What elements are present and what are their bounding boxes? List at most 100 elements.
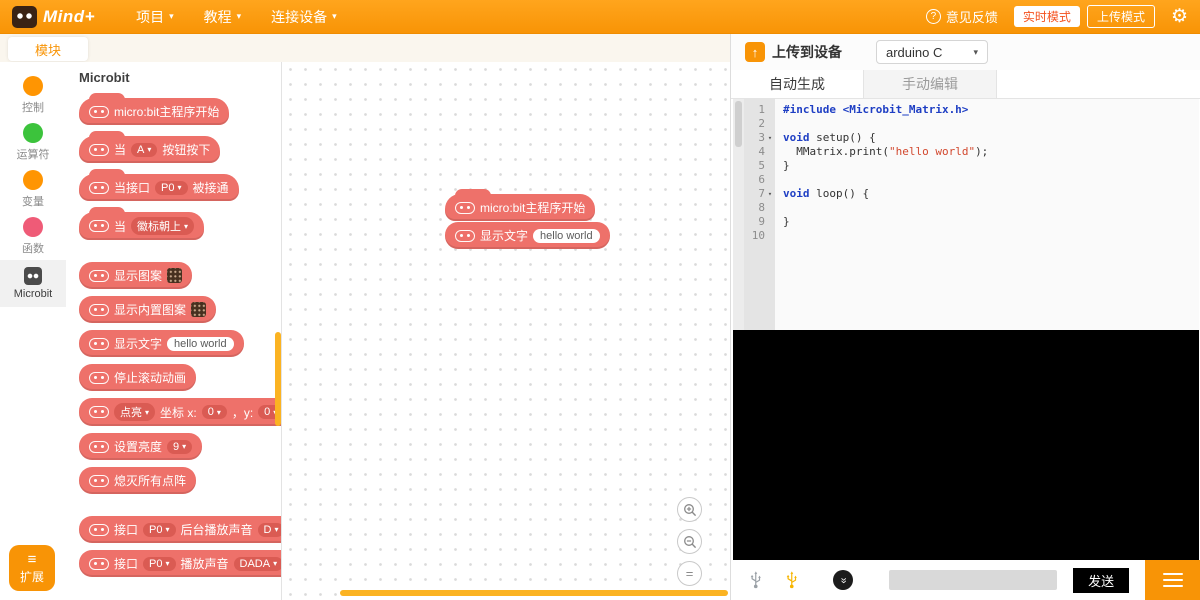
microbit-face-icon <box>89 144 109 156</box>
serial-input[interactable] <box>889 570 1057 590</box>
code-block[interactable]: 显示文字 hello world <box>445 222 610 249</box>
menu-connect-device[interactable]: 连接设备 ▾ <box>271 7 337 27</box>
sidebar-item-变量[interactable]: 变量 <box>0 166 66 213</box>
chevron-down-icon: ▾ <box>973 47 978 58</box>
zoom-out-button[interactable] <box>677 529 702 554</box>
menu-tutorial[interactable]: 教程 ▾ <box>204 7 242 27</box>
chevron-down-icon: ▾ <box>332 11 337 22</box>
code-line: } <box>783 215 1199 229</box>
block-dropdown[interactable]: 9▾ <box>167 440 192 454</box>
code-block[interactable]: 设置亮度9▾ <box>79 433 202 460</box>
block-dropdown[interactable]: A▾ <box>131 143 157 157</box>
code-block[interactable]: 显示文字hello world <box>79 330 244 357</box>
canvas-horizontal-scrollbar[interactable] <box>340 590 728 596</box>
block-text-input[interactable]: hello world <box>533 229 600 243</box>
block-dropdown[interactable]: 0▾ <box>202 405 227 419</box>
block-text-input[interactable]: hello world <box>167 337 234 351</box>
code-block[interactable]: 点亮▾坐标 x:0▾，y:0▾ <box>79 398 282 426</box>
microbit-face-icon <box>89 106 109 118</box>
code-block[interactable]: 当A▾按钮按下 <box>79 136 220 163</box>
code-block[interactable]: 熄灭所有点阵 <box>79 467 196 494</box>
canvas[interactable]: micro:bit主程序开始显示文字 hello world <box>283 62 730 600</box>
code-tabs: 自动生成 手动编辑 <box>731 70 1200 99</box>
upload-mode-button[interactable]: 上传模式 <box>1087 5 1155 28</box>
modules-tab[interactable]: 模块 <box>8 37 88 61</box>
block-label: micro:bit主程序开始 <box>114 103 219 120</box>
menu-connect-device-label: 连接设备 <box>271 7 327 27</box>
block-label: 显示文字 <box>480 227 528 244</box>
line-number: 5 <box>744 159 775 173</box>
block-label: 后台播放声音 <box>181 521 253 538</box>
serial-menu-button[interactable] <box>1145 560 1200 600</box>
code-block[interactable]: 接口 P0▾ 后台播放声音 D▾ <box>79 516 282 543</box>
feedback-button[interactable]: ? 意见反馈 <box>926 7 998 26</box>
block-dropdown[interactable]: DADA▾ <box>234 557 282 571</box>
code-block[interactable]: 当接口P0▾被接通 <box>79 174 239 201</box>
chevron-down-icon: ▾ <box>165 559 169 568</box>
realtime-mode-button[interactable]: 实时模式 <box>1014 6 1080 27</box>
microbit-face-icon <box>455 202 475 214</box>
menu-tutorial-label: 教程 <box>204 7 232 27</box>
code-block[interactable]: 显示图案 <box>79 262 192 289</box>
serial-toolbar: » 发送 <box>731 560 1200 600</box>
chevron-down-icon: ▾ <box>165 525 169 534</box>
block-dropdown[interactable]: 点亮▾ <box>114 403 155 421</box>
block-label: 按钮按下 <box>162 141 210 158</box>
block-label: 接口 <box>114 555 138 572</box>
block-dropdown[interactable]: P0▾ <box>143 523 175 537</box>
device-language-select[interactable]: arduino C ▾ <box>876 40 988 64</box>
code-block[interactable]: 显示内置图案 <box>79 296 216 323</box>
block-label: 接口 <box>114 521 138 538</box>
block-dropdown[interactable]: D▾ <box>258 523 282 537</box>
sidebar-item-函数[interactable]: 函数 <box>0 213 66 260</box>
code-editor[interactable]: 123▾4567▾8910 #include <Microbit_Matrix.… <box>733 99 1199 330</box>
sidebar-item-控制[interactable]: 控制 <box>0 72 66 119</box>
sidebar-item-Microbit[interactable]: Microbit <box>0 260 66 307</box>
block-dropdown[interactable]: P0▾ <box>155 181 187 195</box>
gear-icon[interactable]: ⚙ <box>1171 7 1188 26</box>
mindplus-logo-icon <box>12 6 37 28</box>
block-dropdown[interactable]: P0▾ <box>143 557 175 571</box>
palette-block-list: micro:bit主程序开始当A▾按钮按下当接口P0▾被接通当徽标朝上▾显示图案… <box>66 98 281 577</box>
upload-to-device-button[interactable]: ↑ 上传到设备 <box>745 42 842 62</box>
tab-auto-generate[interactable]: 自动生成 <box>731 70 864 98</box>
send-button[interactable]: 发送 <box>1073 568 1130 593</box>
fold-icon[interactable]: ▾ <box>765 187 775 201</box>
block-label: 显示图案 <box>114 267 162 284</box>
line-number: 3▾ <box>744 131 775 145</box>
tab-manual-edit[interactable]: 手动编辑 <box>864 70 997 98</box>
block-dropdown[interactable]: 徽标朝上▾ <box>131 217 194 235</box>
sidebar-item-运算符[interactable]: 运算符 <box>0 119 66 166</box>
extension-button[interactable]: ≡ 扩展 <box>9 545 55 591</box>
code-scrollbar[interactable] <box>733 99 744 330</box>
led-matrix-icon[interactable] <box>167 268 182 283</box>
line-number: 10 <box>744 229 775 243</box>
top-bar-right: ? 意见反馈 实时模式 上传模式 ⚙ <box>926 5 1188 28</box>
code-block[interactable]: 当徽标朝上▾ <box>79 212 204 240</box>
code-block[interactable]: micro:bit主程序开始 <box>445 194 595 221</box>
device-panel: ↑ 上传到设备 arduino C ▾ 自动生成 手动编辑 123▾4567▾8… <box>730 34 1200 600</box>
usb-serial-icon[interactable] <box>745 570 765 590</box>
microbit-face-icon <box>89 338 109 350</box>
menu-project[interactable]: 项目 ▾ <box>136 7 174 27</box>
palette-scrollbar[interactable] <box>275 332 281 426</box>
code-block[interactable]: 接口P0▾播放声音DADA▾ <box>79 550 282 577</box>
line-number: 6 <box>744 173 775 187</box>
category-icon <box>23 123 43 143</box>
zoom-reset-button[interactable]: = <box>677 561 702 586</box>
chevron-down-icon: ▾ <box>177 183 181 192</box>
code-block[interactable]: 停止滚动动画 <box>79 364 196 391</box>
zoom-in-button[interactable] <box>677 497 702 522</box>
usb-connected-icon[interactable] <box>781 570 801 590</box>
led-matrix-icon[interactable] <box>191 302 206 317</box>
code-scrollbar-thumb[interactable] <box>735 101 742 147</box>
hamburger-icon <box>1163 573 1183 576</box>
code-block[interactable]: micro:bit主程序开始 <box>79 98 229 125</box>
block-label: 当接口 <box>114 179 150 196</box>
microbit-face-icon <box>89 406 109 418</box>
category-icon <box>23 76 43 96</box>
fold-icon[interactable]: ▾ <box>765 131 775 145</box>
code-line <box>783 201 1199 215</box>
auto-scroll-icon[interactable]: » <box>833 570 853 590</box>
category-label: 控制 <box>22 99 44 115</box>
